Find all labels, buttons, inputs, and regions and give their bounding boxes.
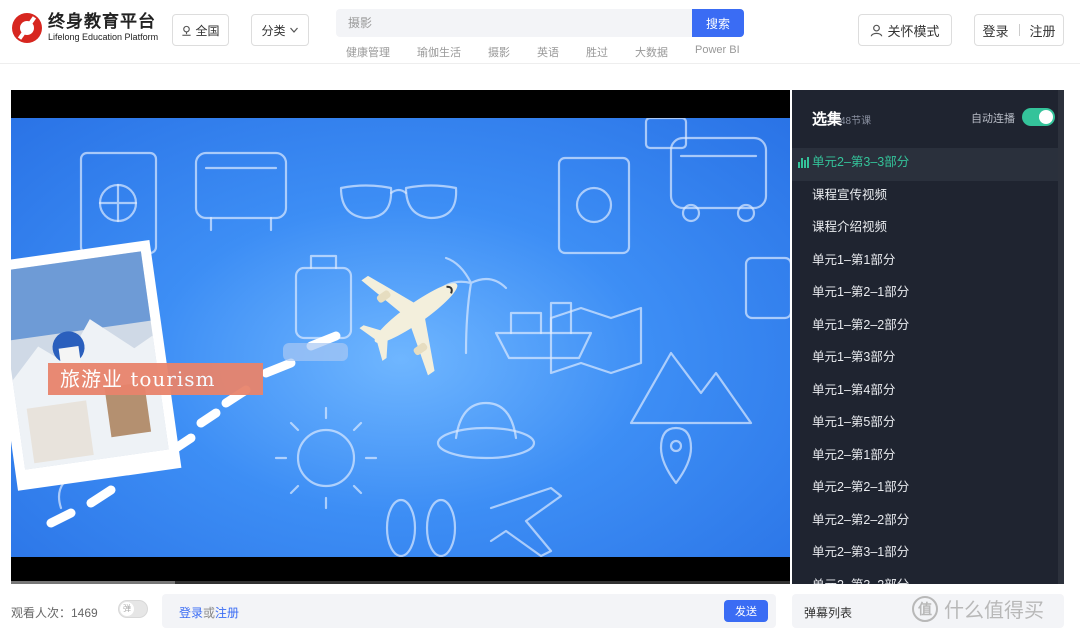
episode-item[interactable]: 单元1–第1部分 (792, 246, 1058, 279)
video-caption-banner: 旅游业 tourism (48, 363, 263, 395)
video-progress-bar[interactable] (11, 581, 790, 584)
hot-word[interactable]: Power BI (695, 44, 740, 60)
watermark-logo-icon: 值 (912, 595, 938, 622)
hot-word[interactable]: 摄影 (488, 44, 510, 60)
episode-title: 课程介绍视频 (812, 220, 888, 234)
auth-buttons: 登录 注册 (974, 14, 1064, 46)
episode-item[interactable]: 单元2–第2–1部分 (792, 473, 1058, 506)
episode-title: 单元2–第3–2部分 (812, 578, 909, 585)
episode-title: 单元1–第2–2部分 (812, 317, 910, 332)
hot-word[interactable]: 英语 (537, 44, 559, 60)
login-link[interactable]: 登录 (982, 21, 1008, 40)
care-mode-button[interactable]: 关怀模式 (858, 14, 952, 46)
episode-title: 单元1–第3部分 (812, 350, 896, 364)
search-button[interactable]: 搜索 (692, 9, 744, 37)
comment-register-link[interactable]: 注册 (215, 606, 239, 620)
danmaku-toggle-label: 弹 (120, 602, 134, 616)
episode-item[interactable]: 单元1–第2–2部分 (792, 311, 1058, 344)
episode-title: 单元1–第1部分 (812, 252, 896, 267)
episode-title: 单元2–第2–2部分 (812, 512, 910, 527)
hot-search-words: 健康管理 瑜伽生活 摄影 英语 胜过 大数据 Power BI (346, 44, 767, 60)
episode-item[interactable]: 单元2–第3–3部分 (792, 148, 1058, 181)
episode-item[interactable]: 单元2–第1部分 (792, 441, 1058, 474)
episode-title: 单元2–第3–3部分 (812, 155, 910, 169)
episode-item[interactable]: 单元1–第4部分 (792, 376, 1058, 409)
view-count: 观看人次：1469 (11, 606, 98, 620)
episode-item[interactable]: 单元1–第5部分 (792, 408, 1058, 441)
video-illustration (11, 118, 790, 557)
episode-playlist: 选集 48节课 自动连播 单元2–第3–3部分 课程宣传视频 课程介绍视频 单元1–第… (792, 90, 1064, 584)
episode-item[interactable]: 课程宣传视频 (792, 181, 1058, 214)
episode-item[interactable]: 单元1–第2–1部分 (792, 278, 1058, 311)
autoplay-label: 自动连播 (971, 113, 1015, 125)
register-link[interactable]: 注册 (1030, 21, 1056, 40)
episode-list: 单元2–第3–3部分 课程宣传视频 课程介绍视频 单元1–第1部分 单元1–第2–1部分… (792, 148, 1058, 584)
danmaku-input-area[interactable]: 登录或注册 发送 (162, 594, 776, 628)
user-icon (871, 24, 883, 36)
hot-word[interactable]: 大数据 (635, 44, 668, 60)
hot-word[interactable]: 瑜伽生活 (417, 44, 461, 60)
divider (1018, 24, 1020, 36)
comment-login-link[interactable]: 登录 (179, 606, 203, 620)
video-player[interactable]: 旅游业 tourism (11, 90, 790, 584)
logo-title: 终身教育平台 (48, 12, 156, 31)
video-progress-fill (11, 581, 175, 584)
autoplay-toggle[interactable] (1022, 108, 1055, 126)
send-button[interactable]: 发送 (724, 600, 768, 622)
playlist-scrollbar[interactable] (1058, 90, 1064, 584)
episode-title: 单元1–第5部分 (812, 415, 896, 429)
now-playing-icon (798, 157, 810, 168)
search-bar: 搜索 (336, 9, 744, 37)
region-button[interactable]: 全国 (172, 14, 229, 46)
watermark-text: 什么值得买 (944, 600, 1044, 622)
comment-login-prompt: 登录或注册 (179, 604, 239, 621)
logo-subtitle: Lifelong Education Platform (48, 32, 159, 42)
episode-title: 单元2–第3–1部分 (812, 545, 910, 559)
care-mode-label: 关怀模式 (887, 23, 940, 39)
danmaku-toggle[interactable]: 弹 (118, 600, 148, 618)
playlist-title: 选集 (812, 111, 843, 128)
episode-title: 单元2–第1部分 (812, 447, 896, 462)
episode-title: 单元1–第2–1部分 (812, 285, 910, 299)
lesson-count: 48节课 (840, 116, 872, 127)
category-dropdown[interactable]: 分类 (251, 14, 309, 46)
episode-title: 单元1–第4部分 (812, 382, 896, 397)
logo-text: 终身教育平台 Lifelong Education Platform (48, 12, 158, 43)
video-caption: 旅游业 tourism (60, 367, 216, 391)
hot-word[interactable]: 健康管理 (346, 44, 390, 60)
category-label: 分类 (261, 23, 286, 38)
site-logo[interactable]: 终身教育平台 Lifelong Education Platform (12, 12, 158, 43)
episode-item[interactable]: 单元2–第2–2部分 (792, 506, 1058, 539)
episode-item[interactable]: 单元2–第3–2部分 (792, 571, 1058, 585)
search-input[interactable] (336, 9, 692, 37)
logo-mark-icon (12, 12, 42, 43)
hot-word[interactable]: 胜过 (586, 44, 608, 60)
comment-or-text: 或 (203, 606, 216, 620)
episode-title: 单元2–第2–1部分 (812, 480, 910, 494)
episode-title: 课程宣传视频 (812, 187, 888, 202)
episode-item[interactable]: 单元1–第3部分 (792, 343, 1058, 376)
watermark: 值 什么值得买 (912, 594, 1044, 623)
location-icon (182, 25, 192, 36)
episode-item[interactable]: 课程介绍视频 (792, 213, 1058, 246)
header: 终身教育平台 Lifelong Education Platform 全国 分类… (0, 0, 1080, 64)
region-label: 全国 (195, 23, 220, 38)
episode-item[interactable]: 单元2–第3–1部分 (792, 538, 1058, 571)
video-frame[interactable]: 旅游业 tourism (11, 118, 790, 557)
danmaku-list-label: 弹幕列表 (804, 606, 853, 620)
chevron-down-icon (289, 27, 298, 33)
